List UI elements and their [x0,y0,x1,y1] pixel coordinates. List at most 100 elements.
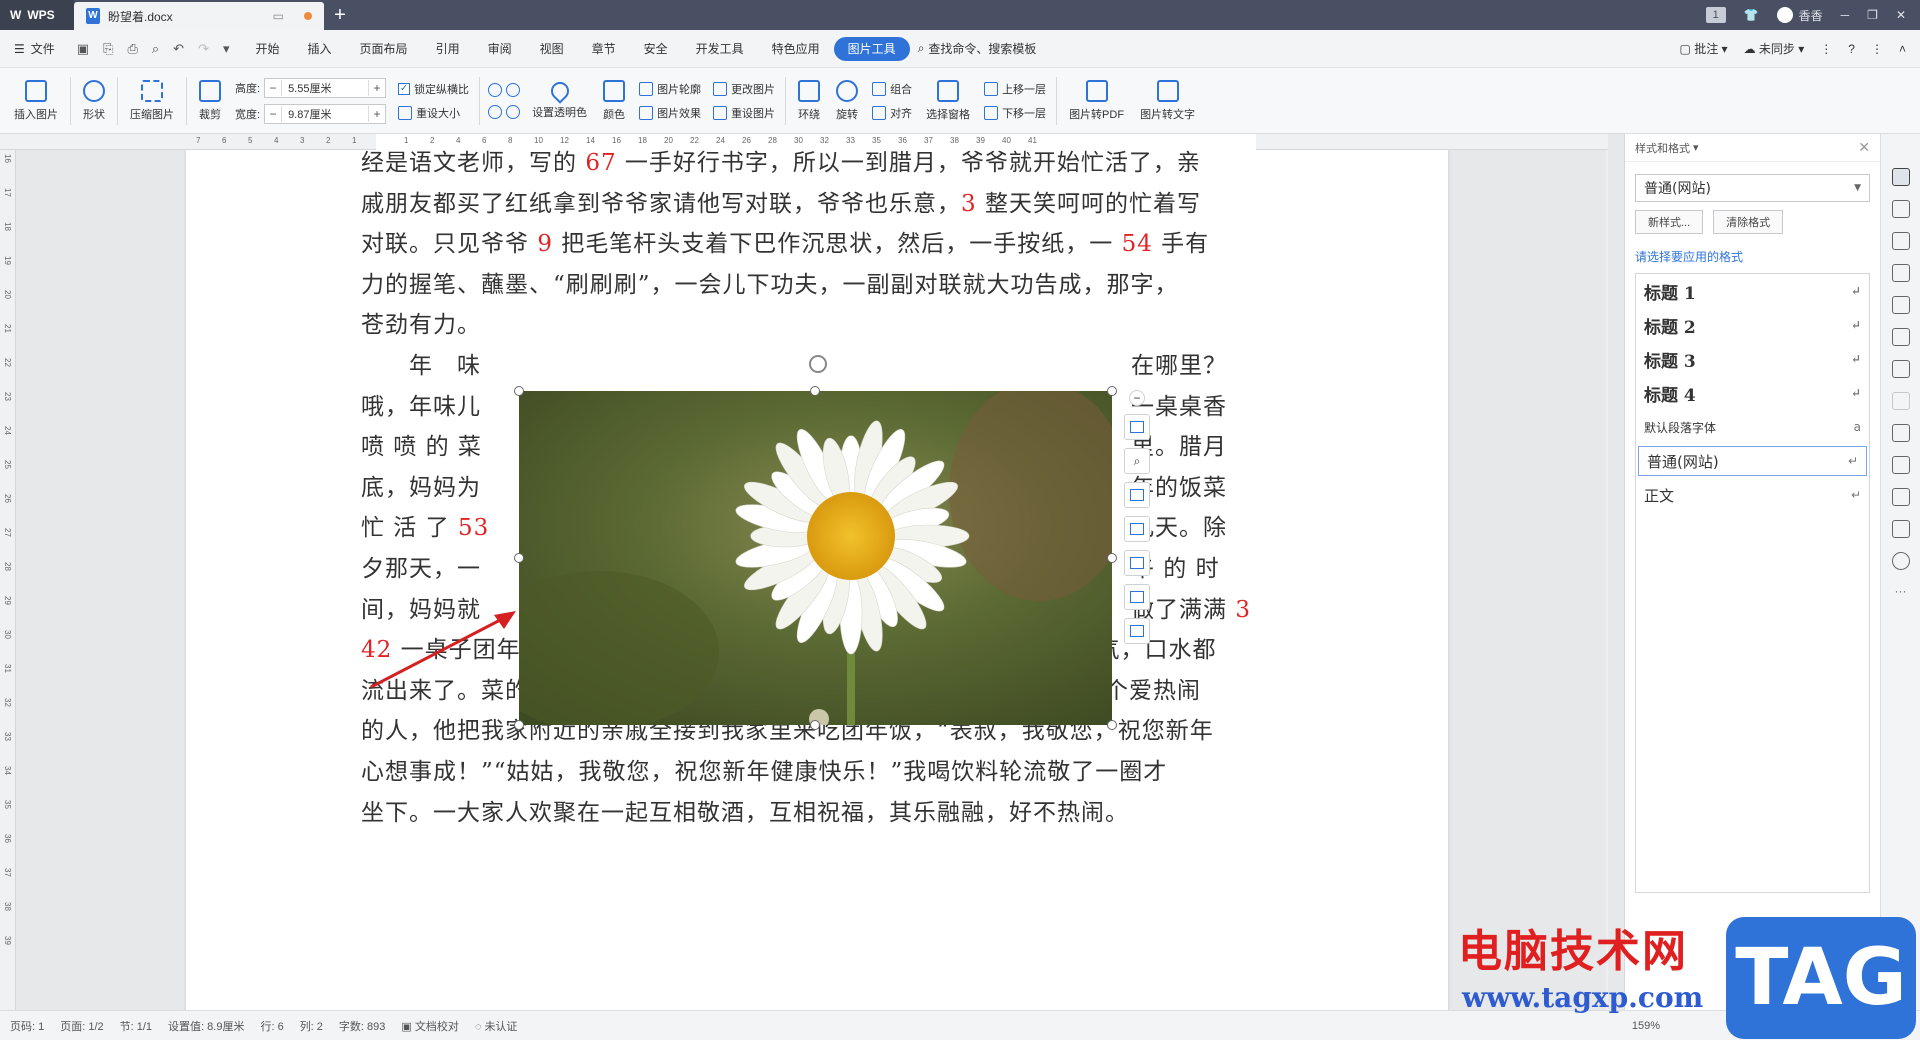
styles-pane-title[interactable]: 样式和格式 [1635,140,1690,156]
tab-count-icon[interactable]: 1 [1705,7,1726,23]
more-dots-icon[interactable]: ··· [1895,584,1907,598]
status-set-value[interactable]: 设置值: 8.9厘米 [168,1018,244,1034]
set-transparent-button[interactable]: 设置透明色 [524,71,595,131]
height-decrease-button[interactable]: − [265,81,281,95]
close-icon[interactable]: ✕ [1896,8,1906,22]
style-heading-1[interactable]: 标题 1 ↵ [1636,274,1869,308]
menu-home[interactable]: 开始 [242,37,294,61]
layout-options-button[interactable] [1124,414,1150,440]
crop-float-button[interactable] [1124,482,1150,508]
current-style-select[interactable]: 普通(网站) ▼ [1635,174,1870,202]
picture-to-text-button[interactable]: 图片转文字 [1132,71,1203,131]
height-stepper[interactable]: − 5.55厘米 + [264,77,387,98]
width-decrease-button[interactable]: − [265,107,281,121]
restore-icon[interactable]: ❐ [1867,8,1878,22]
text-line[interactable]: 力的握笔、蘸墨、“刷刷刷”，一会儿下功夫，一副副对联就大功告成，那字， [361,260,1179,310]
pane-dropdown-icon[interactable]: ▾ [1690,141,1699,154]
save-icon[interactable]: ▣ [77,41,89,57]
picture-translate-button[interactable] [1124,584,1150,610]
adjust-icon[interactable] [1891,328,1910,346]
menu-insert[interactable]: 插入 [294,37,346,61]
new-tab-button[interactable]: + [324,0,356,30]
picture-more-button[interactable] [1124,618,1150,644]
send-backward-button[interactable]: 下移一层 [984,105,1046,121]
status-word-count[interactable]: 字数: 893 [339,1018,385,1034]
picture-ocr-button[interactable] [1124,550,1150,576]
resize-handle-tl[interactable] [514,386,524,396]
rotate-button[interactable]: 旋转 [828,71,866,131]
table-icon[interactable] [1891,296,1910,314]
style-heading-3[interactable]: 标题 3 ↵ [1636,342,1869,376]
vertical-scrollbar[interactable] [1606,150,1608,1010]
menu-picture-tools[interactable]: 图片工具 [833,36,910,61]
text-line[interactable]: 坐下。一大家人欢聚在一起互相敬酒，互相祝福，其乐融融，好不热闹。 [361,788,1129,838]
menu-developer[interactable]: 开发工具 [682,37,758,61]
style-heading-2[interactable]: 标题 2 ↵ [1636,308,1869,342]
vertical-ruler[interactable]: 16 17 18 19 20 21 22 23 24 25 26 27 28 29 30 31 32 33 34 35… [0,150,16,1010]
rotate-handle[interactable] [809,355,827,373]
command-search[interactable]: ⌕ 查找命令、搜索模板 [918,40,1037,57]
menu-features[interactable]: 特色应用 [758,37,834,61]
collapse-ribbon-icon[interactable]: ˄ [1899,42,1906,56]
shapes-icon[interactable] [1891,232,1910,250]
skin-icon[interactable]: 👕 [1744,8,1759,22]
status-page[interactable]: 页面: 1/2 [60,1018,103,1034]
file-menu[interactable]: ☰ 文件 [0,40,65,57]
style-default-paragraph-font[interactable]: 默认段落字体 a [1636,410,1869,444]
selection-pane-button[interactable]: 选择窗格 [918,71,978,131]
width-stepper[interactable]: − 9.87厘米 + [264,103,387,124]
menu-view[interactable]: 视图 [526,37,578,61]
print-icon[interactable]: ⎙ [127,41,137,57]
brightness-up-icon[interactable] [488,82,503,97]
selected-picture[interactable] [479,355,1129,731]
menu-review[interactable]: 审阅 [474,37,526,61]
help-icon[interactable]: ? [1848,42,1855,56]
pane-close-icon[interactable]: ✕ [1858,139,1870,156]
width-increase-button[interactable]: + [369,107,385,121]
resize-handle-l[interactable] [514,553,524,563]
style-heading-4[interactable]: 标题 4 ↵ [1636,376,1869,410]
select-pointer-icon[interactable] [1891,200,1910,218]
change-picture-button[interactable]: 更改图片 [713,81,775,97]
height-input[interactable]: 5.55厘米 [281,79,370,96]
group-button[interactable]: 组合 [872,81,912,97]
proofread-button[interactable]: ▣ 文档校对 [401,1018,458,1034]
reset-picture-button[interactable]: 重设图片 [713,105,775,121]
styles-pane-icon[interactable] [1891,168,1910,186]
picture-effect-button[interactable]: 图片效果 [639,105,701,121]
clear-format-button[interactable]: 清除格式 [1713,210,1784,234]
unsaved-dot-icon[interactable] [304,12,312,20]
resize-handle-r[interactable] [1107,553,1117,563]
archive-icon[interactable] [1891,424,1910,442]
new-style-button[interactable]: 新样式... [1635,210,1704,234]
resize-handle-t[interactable] [810,386,820,396]
color-button[interactable]: 颜色 [595,71,633,131]
image-icon[interactable] [1891,456,1910,474]
user-account[interactable]: 香香 [1776,7,1823,24]
more-vertical-icon[interactable]: ⋮ [1871,42,1883,56]
preview-picture-button[interactable]: ⌕ [1124,448,1150,474]
redo-icon[interactable]: ↷ [198,41,209,57]
brightness-down-icon[interactable] [488,104,503,119]
resize-handle-bl[interactable] [514,720,524,730]
shape-button[interactable]: 形状 [75,71,113,131]
clipboard-icon[interactable] [1891,360,1910,378]
bring-forward-button[interactable]: 上移一层 [984,81,1046,97]
help-circle-icon[interactable] [1891,552,1910,570]
horizontal-ruler[interactable]: 7 6 5 4 3 2 1 1 2 4 6 8 10 12 14 16 18 20 22 24 26 28 30 32 33 35… [0,134,1608,150]
height-increase-button[interactable]: + [369,81,385,95]
menu-chapter[interactable]: 章节 [578,37,630,61]
width-input[interactable]: 9.87厘米 [281,105,370,122]
smart-crop-button[interactable] [1124,516,1150,542]
menu-references[interactable]: 引用 [422,37,474,61]
menu-security[interactable]: 安全 [630,37,682,61]
lock-ratio-checkbox[interactable]: ✓ 锁定纵横比 [398,81,469,97]
fill-icon[interactable] [1891,264,1910,282]
wrap-button[interactable]: 环绕 [790,71,828,131]
style-normal-web[interactable]: 普通(网站) ↵ [1638,446,1867,476]
status-page-number[interactable]: 页码: 1 [10,1018,44,1034]
style-body-text[interactable]: 正文 ↵ [1636,478,1869,512]
customize-icon[interactable]: ▾ [223,41,230,57]
status-section[interactable]: 节: 1/1 [120,1018,152,1034]
contrast-down-icon[interactable] [506,104,521,119]
